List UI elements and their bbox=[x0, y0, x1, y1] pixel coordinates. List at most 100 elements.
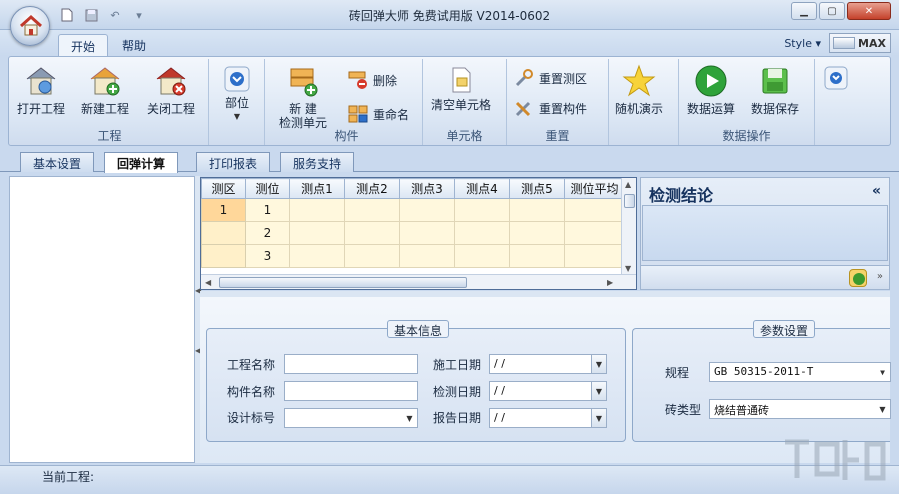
column-header[interactable]: 测点2 bbox=[344, 178, 400, 199]
random-demo-button[interactable]: 随机演示 bbox=[615, 63, 663, 116]
cell[interactable] bbox=[564, 244, 625, 268]
table-row[interactable]: 2 bbox=[201, 221, 625, 245]
tab-rebound-calc[interactable]: 回弹计算 bbox=[104, 152, 179, 173]
group-project: 打开工程 新建工程 关闭工程 工程 bbox=[11, 59, 209, 145]
cell[interactable] bbox=[454, 198, 510, 222]
scroll-right-icon[interactable]: ▶ bbox=[607, 278, 613, 287]
cell-zone[interactable] bbox=[201, 221, 246, 245]
cell-zone[interactable] bbox=[201, 244, 246, 268]
calendar-dropdown-icon[interactable]: ▼ bbox=[591, 355, 606, 373]
column-header[interactable]: 测点4 bbox=[454, 178, 510, 199]
scroll-left-icon[interactable]: ◀ bbox=[205, 278, 211, 287]
cell[interactable] bbox=[509, 221, 565, 245]
scroll-down-icon[interactable]: ▼ bbox=[625, 264, 631, 273]
design-mark-select[interactable]: ▼ bbox=[284, 408, 418, 428]
new-project-button[interactable]: 新建工程 bbox=[81, 63, 129, 116]
open-project-button[interactable]: 打开工程 bbox=[17, 63, 65, 116]
tab-service-support[interactable]: 服务支持 bbox=[280, 152, 355, 172]
cell[interactable] bbox=[564, 221, 625, 245]
cell-position[interactable]: 3 bbox=[245, 244, 290, 268]
reset-zone-button[interactable]: 重置测区 bbox=[513, 67, 587, 89]
maximize-button[interactable]: ▢ bbox=[819, 2, 845, 20]
cell-position[interactable]: 2 bbox=[245, 221, 290, 245]
calendar-dropdown-icon[interactable]: ▼ bbox=[591, 382, 606, 400]
cell[interactable] bbox=[509, 244, 565, 268]
cell[interactable] bbox=[344, 244, 400, 268]
table-row[interactable]: 3 bbox=[201, 244, 625, 268]
compute-data-button[interactable]: 数据运算 bbox=[687, 63, 735, 116]
rename-icon bbox=[348, 105, 368, 123]
cell[interactable] bbox=[564, 198, 625, 222]
scroll-thumb[interactable] bbox=[624, 194, 635, 208]
close-button[interactable]: ✕ bbox=[847, 2, 891, 20]
clear-cell-icon bbox=[452, 67, 471, 93]
max-toggle[interactable]: MAX bbox=[829, 33, 891, 53]
window-controls: ▁ ▢ ✕ bbox=[789, 2, 891, 20]
cell[interactable] bbox=[399, 198, 455, 222]
grid-horizontal-scrollbar[interactable]: ◀ ▶ bbox=[201, 274, 636, 289]
collapse-icon[interactable]: « bbox=[872, 183, 881, 199]
chevron-circle-down-icon bbox=[224, 66, 250, 92]
grid-vertical-scrollbar[interactable]: ▲ ▼ bbox=[621, 178, 636, 275]
app-menu-button[interactable] bbox=[10, 6, 50, 46]
rename-button[interactable]: 重命名 bbox=[347, 103, 409, 125]
brick-type-select[interactable]: 烧结普通砖 ▼ bbox=[709, 399, 891, 419]
tab-help[interactable]: 帮助 bbox=[110, 34, 158, 56]
scroll-thumb[interactable] bbox=[219, 277, 467, 288]
measurement-grid[interactable]: 测区 测位 测点1 测点2 测点3 测点4 测点5 测位平均 1 1 2 3 ▲… bbox=[200, 177, 637, 290]
chevron-down-icon[interactable]: ▼ bbox=[875, 363, 890, 381]
report-date-input[interactable]: / / ▼ bbox=[489, 408, 607, 428]
check-icon[interactable] bbox=[849, 269, 867, 287]
project-tree-panel[interactable] bbox=[9, 176, 195, 463]
test-date-input[interactable]: / / ▼ bbox=[489, 381, 607, 401]
tab-print-report[interactable]: 打印报表 bbox=[196, 152, 271, 172]
standard-select[interactable]: GB 50315-2011-T ▼ bbox=[709, 362, 891, 382]
cell[interactable] bbox=[344, 198, 400, 222]
group-component: 新 建 检测单元 删除 重命名 构件 bbox=[271, 59, 423, 145]
cell[interactable] bbox=[399, 244, 455, 268]
style-dropdown[interactable]: Style ▾ bbox=[784, 37, 821, 50]
expand-icon[interactable]: » bbox=[877, 271, 883, 282]
component-name-input[interactable] bbox=[284, 381, 418, 401]
chevron-down-icon[interactable]: ▼ bbox=[875, 400, 890, 418]
cell[interactable] bbox=[289, 198, 345, 222]
reset-component-button[interactable]: 重置构件 bbox=[513, 97, 587, 119]
column-header[interactable]: 测点3 bbox=[399, 178, 455, 199]
column-header[interactable]: 测位 bbox=[245, 178, 290, 199]
calendar-dropdown-icon[interactable]: ▼ bbox=[591, 409, 606, 427]
cell[interactable] bbox=[454, 244, 510, 268]
clear-cell-button[interactable]: 清空单元格 bbox=[431, 65, 491, 112]
brick-type-label: 砖类型 bbox=[665, 403, 702, 417]
cell[interactable] bbox=[289, 221, 345, 245]
scroll-up-icon[interactable]: ▲ bbox=[625, 180, 631, 189]
delete-button[interactable]: 删除 bbox=[347, 69, 397, 91]
project-name-input[interactable] bbox=[284, 354, 418, 374]
tab-start[interactable]: 开始 bbox=[58, 34, 109, 56]
cell[interactable] bbox=[289, 244, 345, 268]
group-label-project: 工程 bbox=[97, 129, 122, 143]
new-test-unit-button[interactable]: 新 建 检测单元 bbox=[279, 63, 327, 130]
floppy-disk-icon bbox=[762, 68, 788, 94]
cell[interactable] bbox=[399, 221, 455, 245]
window-title: 砖回弹大师 免费试用版 V2014-0602 bbox=[348, 9, 551, 23]
cell[interactable] bbox=[509, 198, 565, 222]
table-row[interactable]: 1 1 bbox=[201, 198, 625, 222]
chevron-down-icon[interactable]: ▼ bbox=[402, 409, 417, 427]
column-header[interactable]: 测点1 bbox=[289, 178, 345, 199]
column-header[interactable]: 测区 bbox=[201, 178, 246, 199]
column-header[interactable]: 测点5 bbox=[509, 178, 565, 199]
cell-position[interactable]: 1 bbox=[245, 198, 290, 222]
watermark-logo bbox=[785, 439, 886, 481]
tab-basic-settings[interactable]: 基本设置 bbox=[20, 152, 95, 172]
column-header[interactable]: 测位平均 bbox=[564, 178, 625, 199]
cell[interactable] bbox=[344, 221, 400, 245]
cell-zone[interactable]: 1 bbox=[201, 198, 246, 222]
cell[interactable] bbox=[454, 221, 510, 245]
minimize-button[interactable]: ▁ bbox=[791, 2, 817, 20]
more-options-button[interactable] bbox=[823, 65, 849, 94]
close-project-button[interactable]: 关闭工程 bbox=[147, 63, 195, 116]
close-project-icon bbox=[156, 67, 186, 96]
construction-date-input[interactable]: / / ▼ bbox=[489, 354, 607, 374]
part-dropdown-button[interactable]: 部位 ▼ bbox=[223, 65, 251, 124]
save-data-button[interactable]: 数据保存 bbox=[751, 63, 799, 116]
